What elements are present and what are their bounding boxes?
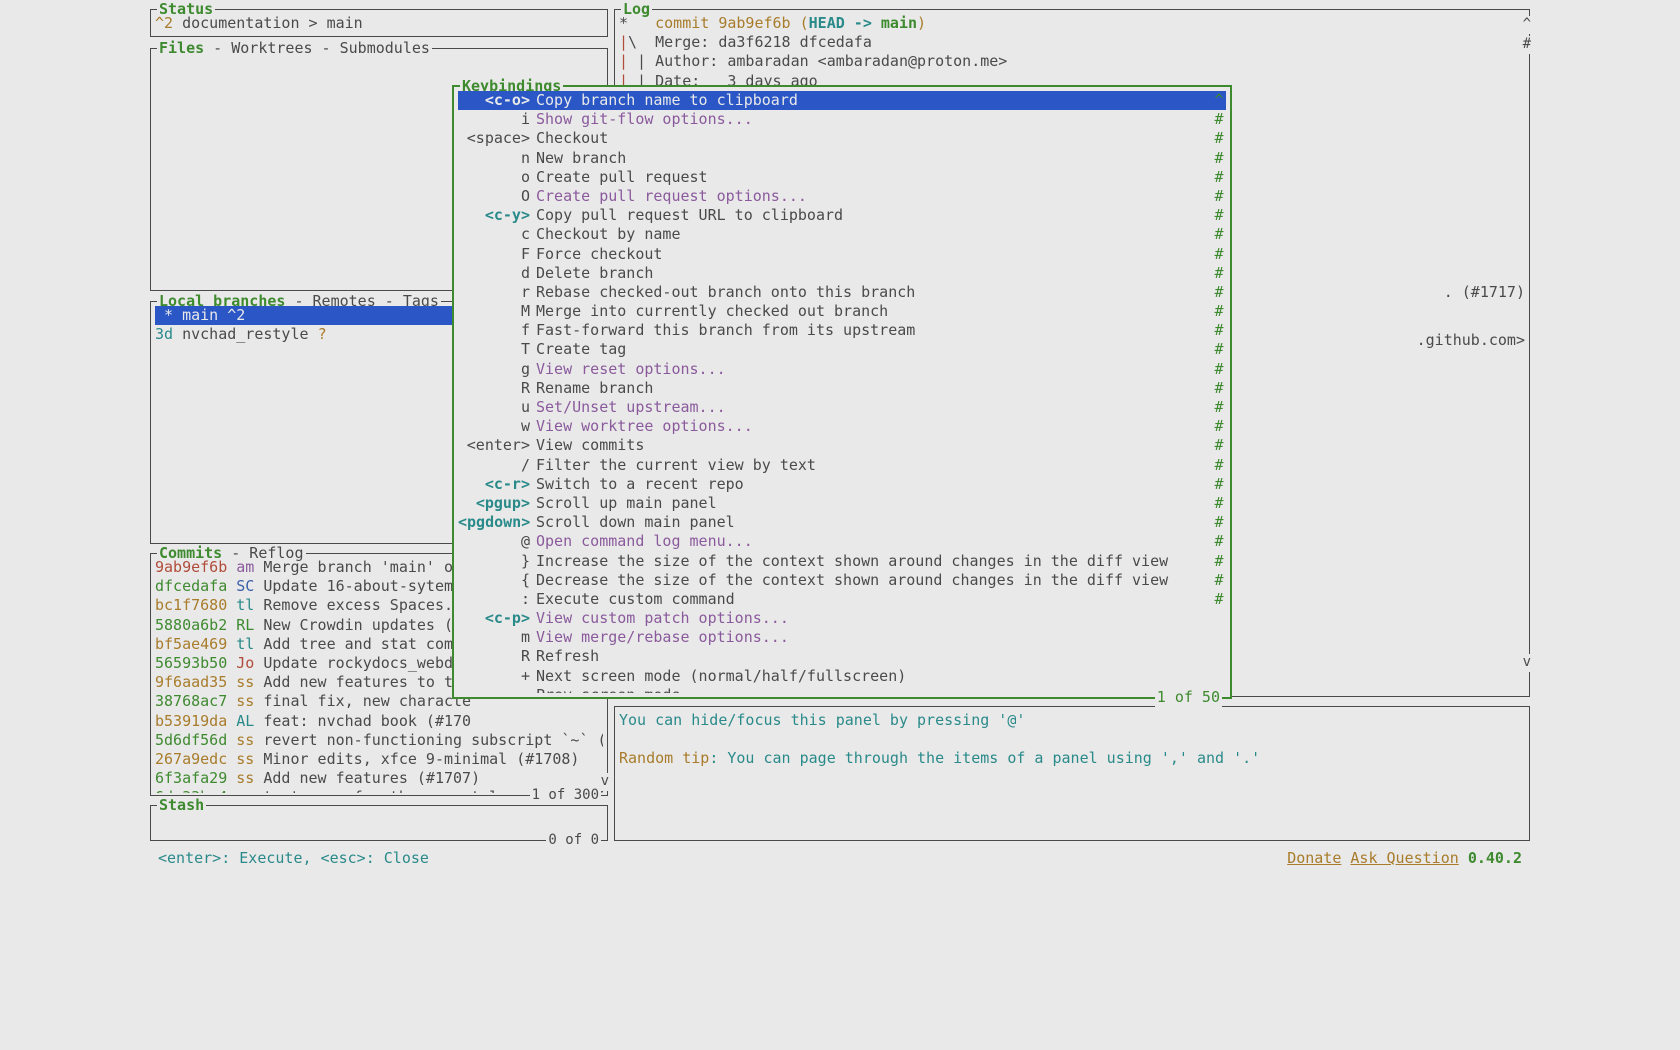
hint-line-2: Random tip: You can page through the ite… <box>619 749 1525 768</box>
scroll-marker-icon: # <box>1523 36 1531 54</box>
keybinding-row[interactable]: MMerge into currently checked out branch… <box>458 302 1226 321</box>
log-peek-2: .github.com> <box>1417 331 1525 350</box>
commit-row[interactable]: b53919da AL feat: nvchad book (#170 <box>155 712 603 731</box>
footer-links: Donate Ask Question 0.40.2 <box>1287 849 1522 868</box>
keybinding-row[interactable]: }Increase the size of the context shown … <box>458 552 1226 571</box>
commit-row[interactable]: 6f3afa29 ss Add new features (#1707) <box>155 769 603 788</box>
scroll-up-icon: ^ <box>1523 16 1531 34</box>
stash-panel[interactable]: Stash 0 of 0 <box>150 805 608 841</box>
donate-link[interactable]: Donate <box>1287 849 1341 867</box>
footer-bar: <enter>: Execute, <esc>: Close Donate As… <box>158 849 1522 868</box>
stash-counter: 0 of 0 <box>546 832 601 850</box>
keybinding-row[interactable]: <pgdown>Scroll down main panel# <box>458 513 1226 532</box>
keybinding-row[interactable]: fFast-forward this branch from its upstr… <box>458 321 1226 340</box>
keybinding-row[interactable]: <c-o>Copy branch name to clipboard^ <box>458 91 1226 110</box>
keybinding-row[interactable]: <pgup>Scroll up main panel# <box>458 494 1226 513</box>
status-line: ^2 documentation > main <box>155 14 603 34</box>
keybindings-counter: 1 of 50 <box>1155 688 1222 707</box>
commit-row[interactable]: 5d6df56d ss revert non-functioning subsc… <box>155 731 603 750</box>
keybinding-row[interactable]: TCreate tag# <box>458 340 1226 359</box>
keybinding-row[interactable]: wView worktree options...# <box>458 417 1226 436</box>
keybinding-row[interactable]: _Prev screen mode <box>458 686 1226 693</box>
keybinding-row[interactable]: OCreate pull request options...# <box>458 187 1226 206</box>
log-peek-1: . (#1717) <box>1444 283 1525 302</box>
keybinding-row[interactable]: <space>Checkout# <box>458 129 1226 148</box>
version-label: 0.40.2 <box>1468 849 1522 867</box>
keybinding-row[interactable]: RRefresh <box>458 647 1226 666</box>
log-line: |\ Merge: da3f6218 dfcedafa <box>619 33 1525 52</box>
keybinding-row[interactable]: <c-p>View custom patch options... <box>458 609 1226 628</box>
commits-counter: 1 of 300 <box>530 787 601 805</box>
keybinding-row[interactable]: /Filter the current view by text# <box>458 456 1226 475</box>
keybinding-row[interactable]: nNew branch# <box>458 149 1226 168</box>
keybinding-row[interactable]: <c-y>Copy pull request URL to clipboard# <box>458 206 1226 225</box>
keybindings-popup[interactable]: Keybindings <c-o>Copy branch name to cli… <box>452 85 1232 699</box>
footer-hint: <enter>: Execute, <esc>: Close <box>158 849 429 868</box>
keybinding-row[interactable]: {Decrease the size of the context shown … <box>458 571 1226 590</box>
keybinding-row[interactable]: uSet/Unset upstream...# <box>458 398 1226 417</box>
keybinding-row[interactable]: cCheckout by name# <box>458 225 1226 244</box>
keybinding-row[interactable]: +Next screen mode (normal/half/fullscree… <box>458 667 1226 686</box>
keybinding-row[interactable]: dDelete branch# <box>458 264 1226 283</box>
log-line: | | Author: ambaradan <ambaradan@proton.… <box>619 52 1525 71</box>
keybinding-row[interactable]: gView reset options...# <box>458 360 1226 379</box>
keybinding-row[interactable]: <c-r>Switch to a recent repo# <box>458 475 1226 494</box>
hint-line-1: You can hide/focus this panel by pressin… <box>619 711 1525 730</box>
keybinding-row[interactable]: FForce checkout# <box>458 245 1226 264</box>
scroll-down-icon: v <box>601 773 609 791</box>
keybinding-row[interactable]: oCreate pull request# <box>458 168 1226 187</box>
log-line: * commit 9ab9ef6b (HEAD -> main) <box>619 14 1525 33</box>
keybinding-row[interactable]: <enter>View commits# <box>458 436 1226 455</box>
keybinding-row[interactable]: rRebase checked-out branch onto this bra… <box>458 283 1226 302</box>
commit-row[interactable]: 267a9edc ss Minor edits, xfce 9-minimal … <box>155 750 603 769</box>
keybinding-row[interactable]: @Open command log menu...# <box>458 532 1226 551</box>
scroll-down-icon: v <box>1523 654 1531 672</box>
stash-title: Stash <box>157 796 206 815</box>
keybinding-row[interactable]: iShow git-flow options...# <box>458 110 1226 129</box>
keybinding-row[interactable]: mView merge/rebase options... <box>458 628 1226 647</box>
status-panel: Status ^2 documentation > main <box>150 9 608 37</box>
files-title: Files - Worktrees - Submodules <box>157 39 432 58</box>
ask-question-link[interactable]: Ask Question <box>1350 849 1458 867</box>
keybinding-row[interactable]: RRename branch# <box>458 379 1226 398</box>
hint-panel: You can hide/focus this panel by pressin… <box>614 706 1530 841</box>
keybinding-row[interactable]: :Execute custom command# <box>458 590 1226 609</box>
